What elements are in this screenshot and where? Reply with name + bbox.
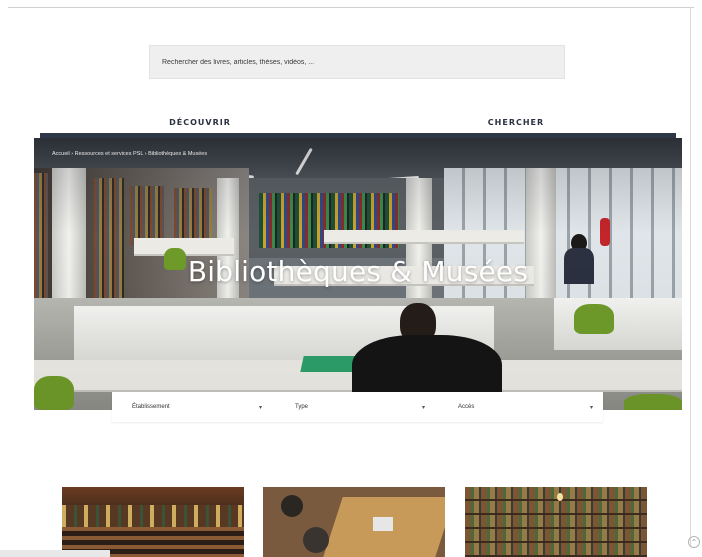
breadcrumb[interactable]: Accueil › Ressources et services PSL › B… (52, 151, 207, 157)
hero-banner: Accueil › Ressources et services PSL › B… (34, 138, 682, 410)
library-card-image[interactable] (465, 487, 647, 557)
library-card-image[interactable] (263, 487, 445, 557)
chevron-down-icon: ▾ (589, 404, 593, 411)
filter-label: Type (295, 404, 309, 410)
page-title: Bibliothèques & Musées (187, 255, 529, 288)
horizontal-scrollbar[interactable] (0, 550, 110, 557)
nav-tab-discover[interactable]: DÉCOUVRIR (150, 115, 250, 129)
filter-acces[interactable]: Accès ▾ (438, 392, 603, 422)
page-top-border (8, 7, 694, 8)
chevron-down-icon: ▾ (258, 404, 262, 411)
search-input[interactable] (162, 58, 564, 66)
library-card-image[interactable] (62, 487, 244, 557)
page-right-border (690, 7, 691, 547)
filter-bar: Établissement ▾ Type ▾ Accès ▾ (112, 392, 603, 422)
filter-type[interactable]: Type ▾ (275, 392, 435, 422)
scroll-top-icon[interactable]: ⌃ (688, 536, 700, 548)
search-bar[interactable] (149, 45, 565, 79)
filter-etablissement[interactable]: Établissement ▾ (112, 392, 272, 422)
filter-label: Établissement (132, 404, 170, 410)
filter-label: Accès (458, 404, 475, 410)
nav-tab-search[interactable]: CHERCHER (466, 115, 566, 129)
chevron-down-icon: ▾ (421, 404, 425, 411)
